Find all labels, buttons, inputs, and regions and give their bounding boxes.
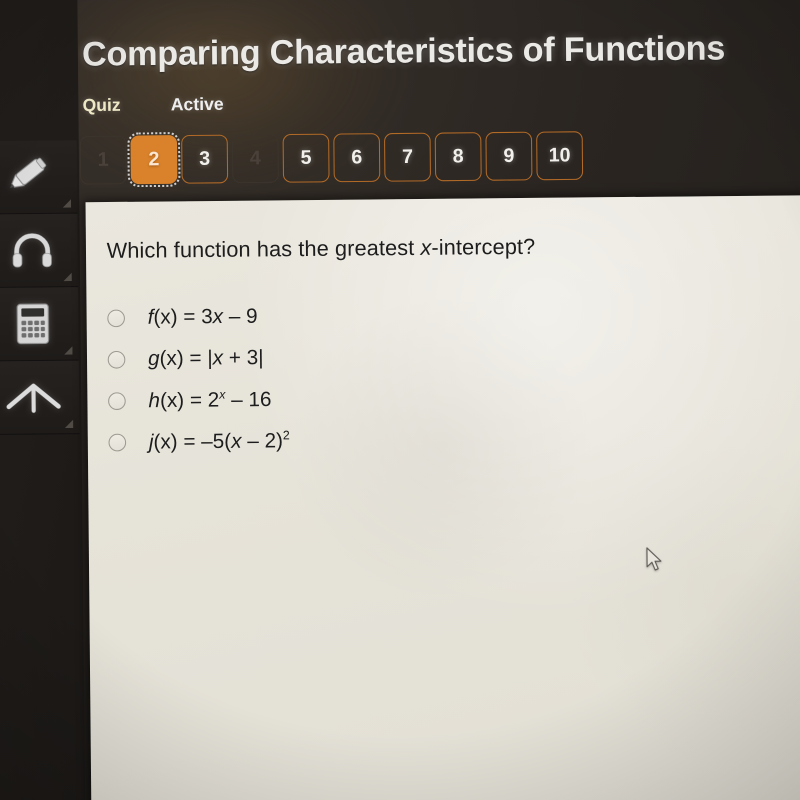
highlighter-icon — [5, 156, 57, 198]
calculator-icon — [14, 302, 52, 346]
question-number-button-8[interactable]: 8 — [434, 132, 482, 182]
protractor-icon — [4, 379, 62, 415]
resize-corner-icon — [63, 272, 72, 282]
sidebar-item-text-to-speech[interactable] — [0, 213, 79, 289]
question-number-label: 5 — [300, 146, 312, 169]
prompt-text-pre: Which function has the greatest — [106, 236, 421, 264]
expression-post: – 16 — [225, 388, 272, 412]
question-prompt: Which function has the greatest x-interc… — [107, 235, 536, 264]
question-number-label: 10 — [548, 144, 571, 167]
mouse-cursor — [646, 547, 665, 574]
question-number-button-7[interactable]: 7 — [383, 132, 432, 182]
question-number-label: 6 — [351, 146, 363, 169]
question-number-label: 8 — [452, 145, 464, 168]
answer-option-f[interactable]: f(x) = 3x – 9 — [107, 295, 289, 338]
question-number-label: 4 — [249, 147, 261, 170]
question-number-button-1: 1 — [79, 135, 127, 185]
answer-option-label: h(x) = 2x – 16 — [148, 386, 271, 413]
question-number-label: 9 — [503, 144, 515, 167]
question-number-label: 1 — [97, 148, 109, 171]
expression-pre: (x) = 2 — [159, 388, 220, 412]
radio-button-g[interactable] — [107, 350, 126, 369]
prompt-variable: x — [420, 236, 432, 261]
resize-corner-icon — [62, 199, 72, 208]
expression-post: – 9 — [222, 304, 258, 328]
question-number-label: 2 — [148, 148, 160, 171]
question-number-button-2[interactable]: 2 — [126, 131, 182, 188]
question-number-label: 7 — [401, 145, 414, 168]
question-number-button-4: 4 — [231, 134, 279, 184]
expression-variable: x — [212, 304, 224, 328]
headphones-icon — [8, 230, 56, 270]
question-number-button-6[interactable]: 6 — [333, 133, 381, 183]
question-number-nav[interactable]: 1 2 3 4 5 6 7 8 9 10 — [79, 131, 584, 188]
sidebar-item-calculator[interactable] — [0, 287, 79, 362]
function-name: g — [147, 346, 160, 370]
expression-pre: (x) = –5( — [153, 429, 232, 454]
tool-sidebar — [0, 0, 86, 800]
radio-button-h[interactable] — [108, 391, 126, 410]
answer-option-label: j(x) = –5(x – 2)2 — [149, 428, 290, 455]
question-number-button-10[interactable]: 10 — [536, 131, 584, 181]
sidebar-item-protractor[interactable] — [0, 360, 80, 436]
answer-option-g[interactable]: g(x) = |x + 3| — [107, 337, 290, 380]
quiz-screenshot: Comparing Characteristics of Functions Q… — [0, 0, 800, 800]
status-badge: Active — [170, 94, 224, 115]
quiz-label: Quiz — [82, 95, 121, 116]
sidebar-item-highlighter[interactable] — [0, 140, 78, 215]
prompt-text-post: -intercept? — [431, 235, 536, 260]
question-panel: Which function has the greatest x-interc… — [85, 195, 800, 800]
answer-option-label: f(x) = 3x – 9 — [148, 305, 258, 330]
quiz-status-row: Quiz Active — [82, 94, 223, 122]
radio-button-j[interactable] — [108, 433, 127, 451]
expression-pre: (x) = 3 — [153, 305, 213, 329]
panel-texture — [85, 195, 800, 800]
function-name: h — [148, 389, 161, 413]
question-number-button-3[interactable]: 3 — [181, 134, 229, 184]
expression-pre: (x) = | — [159, 346, 213, 370]
answer-options[interactable]: f(x) = 3x – 9 g(x) = |x + 3| h(x) = 2x – 1… — [107, 295, 290, 462]
expression-post: – 2) — [241, 429, 284, 453]
radio-button-f[interactable] — [107, 308, 126, 327]
answer-option-h[interactable]: h(x) = 2x – 16 — [108, 378, 290, 421]
expression-exponent: 2 — [282, 427, 290, 443]
resize-corner-icon — [64, 346, 73, 355]
resize-corner-icon — [64, 419, 74, 429]
question-number-label: 3 — [199, 147, 211, 170]
answer-option-label: g(x) = |x + 3| — [148, 346, 264, 371]
expression-post: + 3| — [222, 345, 264, 370]
question-number-button-9[interactable]: 9 — [485, 131, 533, 181]
answer-option-j[interactable]: j(x) = –5(x – 2)2 — [108, 420, 290, 463]
page-title: Comparing Characteristics of Functions — [81, 28, 726, 73]
question-number-button-5[interactable]: 5 — [282, 133, 330, 183]
